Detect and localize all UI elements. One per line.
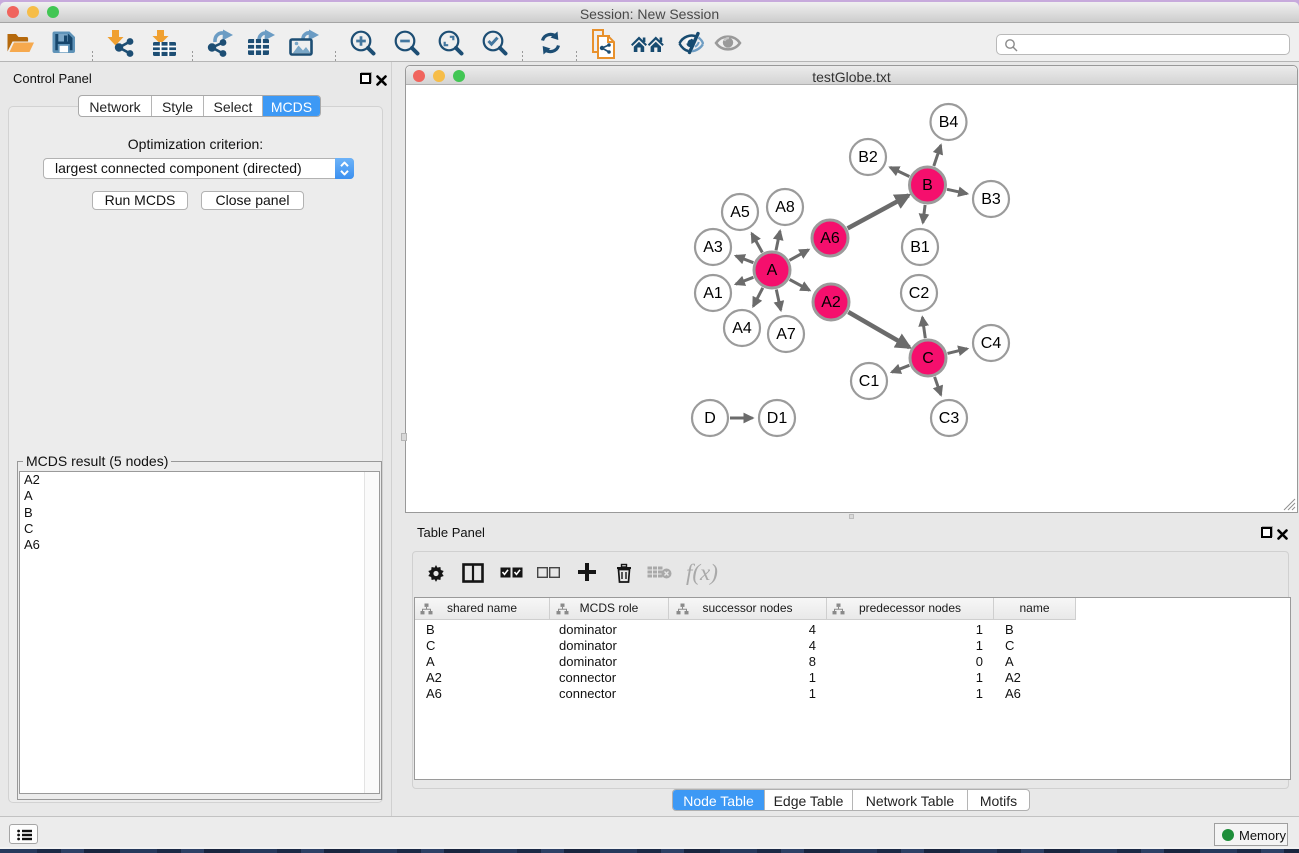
svg-text:C1: C1	[859, 373, 880, 390]
svg-text:B1: B1	[910, 239, 930, 256]
svg-text:A1: A1	[703, 285, 723, 302]
svg-text:A5: A5	[730, 204, 750, 221]
svg-text:A7: A7	[776, 326, 796, 343]
svg-text:C3: C3	[939, 410, 960, 427]
svg-text:A8: A8	[775, 199, 795, 216]
svg-text:D: D	[704, 410, 716, 427]
svg-text:A4: A4	[732, 320, 752, 337]
svg-text:C2: C2	[909, 285, 930, 302]
svg-text:C4: C4	[981, 335, 1002, 352]
svg-text:B4: B4	[939, 114, 959, 131]
svg-text:A: A	[767, 262, 778, 279]
svg-text:A2: A2	[821, 294, 841, 311]
svg-text:B: B	[922, 177, 933, 194]
svg-text:C: C	[922, 350, 934, 367]
svg-text:B2: B2	[858, 149, 878, 166]
svg-text:A6: A6	[820, 230, 840, 247]
svg-text:B3: B3	[981, 191, 1001, 208]
svg-text:A3: A3	[703, 239, 723, 256]
svg-text:D1: D1	[767, 410, 788, 427]
